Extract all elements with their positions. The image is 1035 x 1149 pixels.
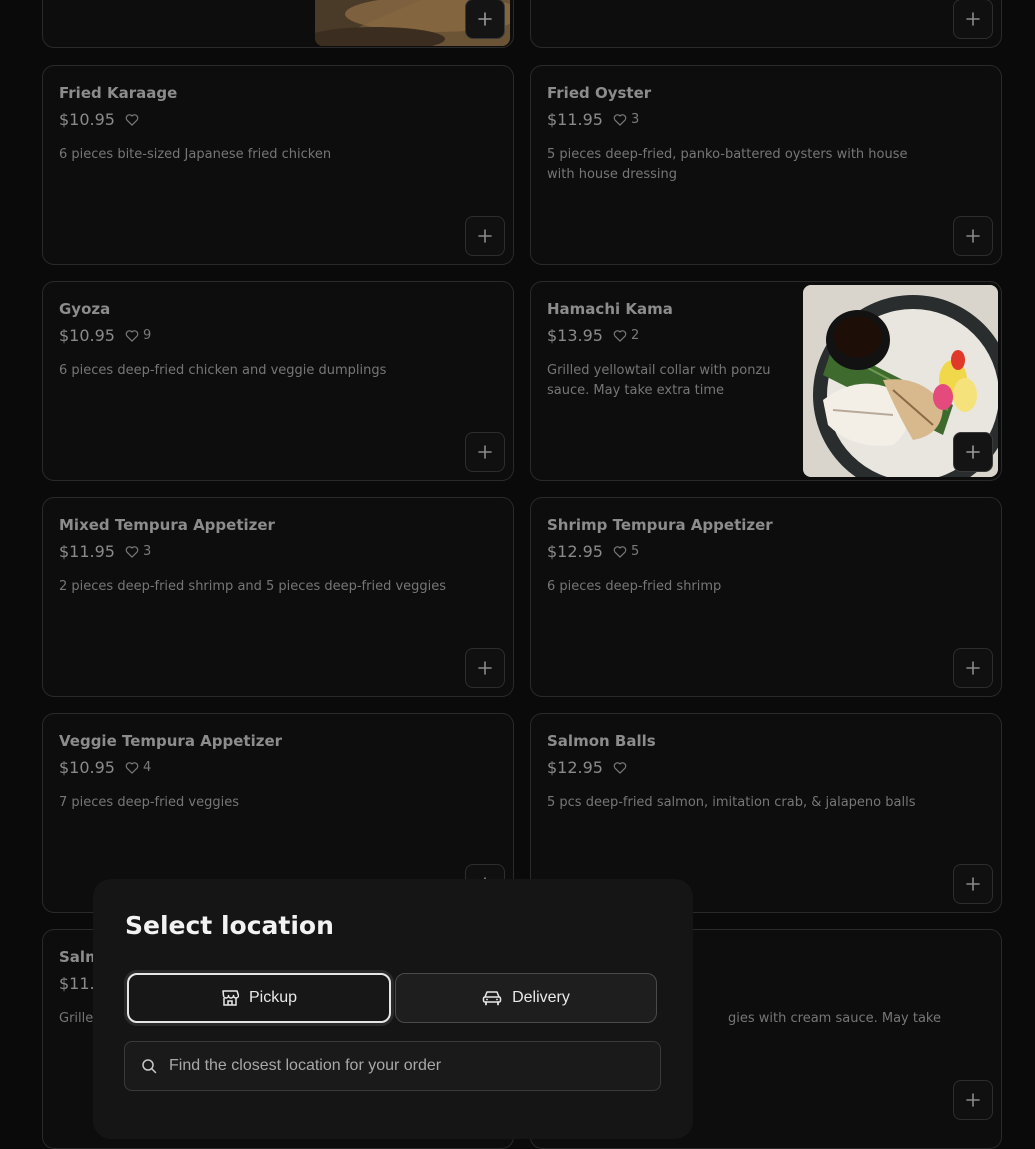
menu-item-description: Grilled yellowtail collar with ponzu sau… <box>547 363 771 398</box>
like-button[interactable] <box>125 113 143 126</box>
menu-item-name: Salmon Balls <box>547 732 656 750</box>
heart-icon <box>125 114 139 126</box>
plus-icon <box>478 12 492 26</box>
menu-item-description: 6 pieces deep-fried shrimp <box>547 579 722 594</box>
plus-icon <box>478 229 492 243</box>
add-to-cart-button[interactable] <box>465 432 505 472</box>
plus-icon <box>478 661 492 675</box>
menu-item-price: $11.95 <box>547 110 603 129</box>
like-button[interactable] <box>613 761 631 774</box>
heart-icon <box>125 546 139 558</box>
plus-icon <box>966 1093 980 1107</box>
plus-icon <box>966 12 980 26</box>
menu-item-description: 6 pieces deep-fried chicken and veggie d… <box>59 363 387 378</box>
menu-item-card[interactable]: Mixed Tempura Appetizer $11.95 3 2 piece… <box>42 497 514 697</box>
menu-item-card[interactable]: Fried Oyster $11.95 3 5 pieces deep-frie… <box>530 65 1002 265</box>
like-count: 2 <box>630 328 640 343</box>
menu-item-name: Shrimp Tempura Appetizer <box>547 516 773 534</box>
like-button[interactable]: 2 <box>613 328 639 343</box>
plus-icon <box>966 877 980 891</box>
menu-item-price: $10.95 <box>59 110 115 129</box>
add-to-cart-button[interactable] <box>953 1080 993 1120</box>
store-icon <box>222 990 239 1006</box>
menu-item-name: Hamachi Kama <box>547 300 673 318</box>
add-to-cart-button[interactable] <box>465 0 505 39</box>
menu-item-name: Veggie Tempura Appetizer <box>59 732 283 750</box>
menu-item-price: $12.95 <box>547 542 603 561</box>
pickup-toggle[interactable]: Pickup <box>127 973 391 1023</box>
pickup-label: Pickup <box>248 989 298 1006</box>
menu-item-card[interactable]: Hamachi Kama $13.95 2 Grilled yellowtail… <box>530 281 1002 481</box>
car-icon <box>482 991 502 1006</box>
menu-item-price: $11.95 <box>59 542 115 561</box>
menu-item-card[interactable]: Gyoza $10.95 9 6 pieces deep-fried chick… <box>42 281 514 481</box>
like-button[interactable]: 4 <box>125 760 151 775</box>
plus-icon <box>478 445 492 459</box>
add-to-cart-button[interactable] <box>465 648 505 688</box>
add-to-cart-button[interactable] <box>953 648 993 688</box>
delivery-toggle[interactable]: Delivery <box>395 973 657 1023</box>
menu-item-description: 2 pieces deep-fried shrimp and 5 pieces … <box>59 579 447 594</box>
add-to-cart-button[interactable] <box>465 216 505 256</box>
menu-item-name: Gyoza <box>59 300 111 318</box>
heart-icon <box>613 114 627 126</box>
plus-icon <box>966 661 980 675</box>
select-location-sheet: Select location Pickup Delivery <box>93 879 693 1139</box>
heart-icon <box>613 330 627 342</box>
plus-icon <box>966 229 980 243</box>
menu-item-card[interactable]: Fried Karaage $10.95 6 pieces bite-sized… <box>42 65 514 265</box>
add-to-cart-button[interactable] <box>953 0 993 39</box>
plus-icon <box>966 445 980 459</box>
like-button[interactable]: 3 <box>125 544 151 559</box>
add-to-cart-button[interactable] <box>953 216 993 256</box>
delivery-label: Delivery <box>512 989 570 1006</box>
heart-icon <box>125 330 139 342</box>
menu-item-price: $10.95 <box>59 326 115 345</box>
add-to-cart-button[interactable] <box>953 864 993 904</box>
like-count: 4 <box>142 760 152 775</box>
heart-icon <box>613 546 627 558</box>
add-to-cart-button[interactable] <box>953 432 993 472</box>
like-count: 9 <box>142 328 152 343</box>
like-button[interactable]: 5 <box>613 544 639 559</box>
menu-item-description: 7 pieces deep-fried veggies <box>59 795 240 810</box>
menu-item-price: $10.95 <box>59 758 115 777</box>
location-search-input[interactable] <box>167 1056 660 1076</box>
menu-item-name: Mixed Tempura Appetizer <box>59 516 275 534</box>
menu-item-name: Fried Oyster <box>547 84 652 102</box>
location-search[interactable] <box>124 1041 661 1091</box>
heart-icon <box>125 762 139 774</box>
menu-item-description: 6 pieces bite-sized Japanese fried chick… <box>59 147 332 162</box>
like-count: 5 <box>630 544 640 559</box>
menu-item-name: Fried Karaage <box>59 84 178 102</box>
sheet-title: Select location <box>125 911 334 940</box>
menu-item-price: $12.95 <box>547 758 603 777</box>
menu-item-card[interactable]: Shrimp Tempura Appetizer $12.95 5 6 piec… <box>530 497 1002 697</box>
menu-item-description: 5 pcs deep-fried salmon, imitation crab,… <box>547 795 916 810</box>
menu-item-price: $13.95 <box>547 326 603 345</box>
menu-item-card[interactable] <box>42 0 514 48</box>
like-button[interactable]: 9 <box>125 328 151 343</box>
heart-icon <box>613 762 627 774</box>
menu-item-card[interactable] <box>530 0 1002 48</box>
menu-item-description: 5 pieces deep-fried, panko-battered oyst… <box>547 147 908 182</box>
like-count: 3 <box>630 112 640 127</box>
like-button[interactable]: 3 <box>613 112 639 127</box>
search-icon <box>142 1059 157 1074</box>
like-count: 3 <box>142 544 152 559</box>
